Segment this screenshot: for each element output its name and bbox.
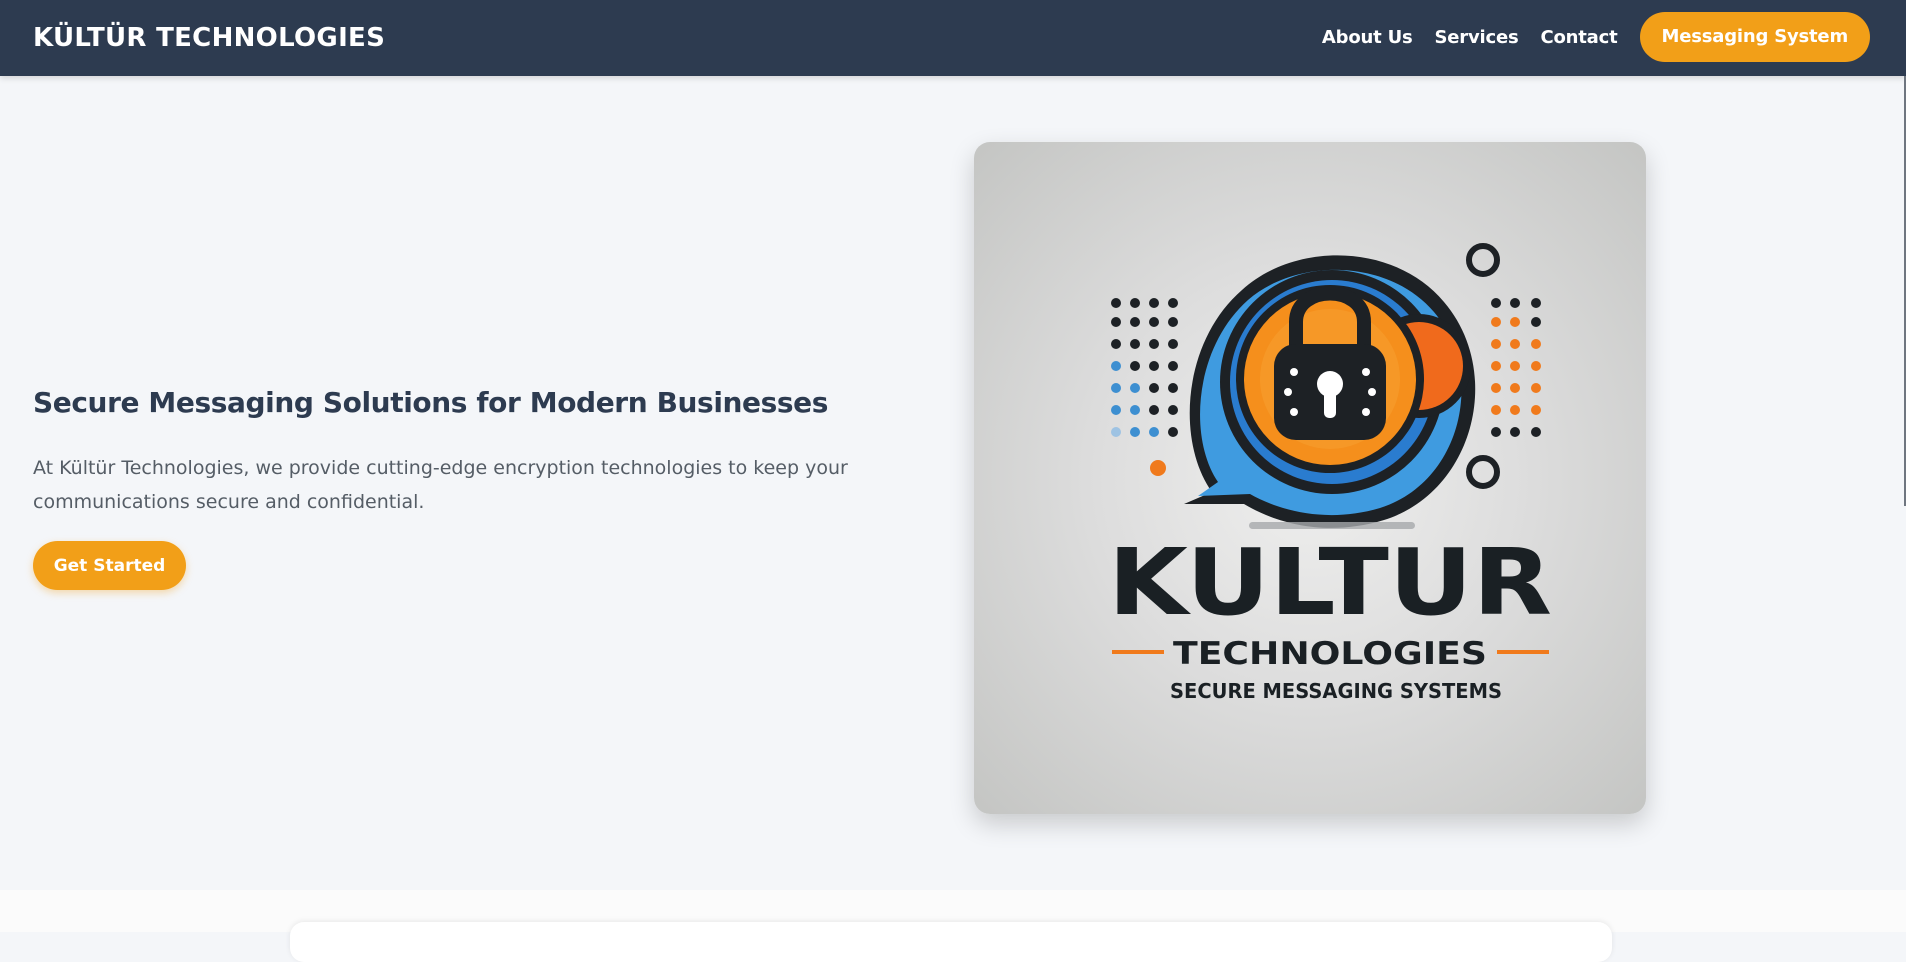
- dot-pattern-right: [1491, 298, 1541, 437]
- nav-link-about-us[interactable]: About Us: [1322, 27, 1413, 48]
- logo-shadow: [1249, 522, 1415, 529]
- logo-subtitle: TECHNOLOGIES: [1173, 636, 1487, 672]
- orange-rule-right: [1497, 650, 1549, 654]
- orange-dot: [1150, 460, 1166, 476]
- next-section-card: [290, 922, 1612, 962]
- nav-links: About Us Services Contact Messaging Syst…: [1322, 12, 1870, 62]
- top-navbar: KÜLTÜR TECHNOLOGIES About Us Services Co…: [0, 0, 1906, 76]
- company-logo-image: KULTUR TECHNOLOGIES SECURE MESSAGING SYS…: [974, 142, 1646, 814]
- secure-messaging-logo: KULTUR TECHNOLOGIES SECURE MESSAGING SYS…: [1108, 243, 1552, 703]
- get-started-button[interactable]: Get Started: [33, 541, 186, 590]
- nav-link-contact[interactable]: Contact: [1540, 27, 1617, 48]
- dot-pattern-left: [1111, 298, 1178, 437]
- hero-title: Secure Messaging Solutions for Modern Bu…: [33, 386, 829, 419]
- ring-decoration-bottom: [1466, 455, 1500, 489]
- logo-wordmark: KULTUR: [1108, 529, 1552, 636]
- nav-link-services[interactable]: Services: [1435, 27, 1519, 48]
- logo-tagline: SECURE MESSAGING SYSTEMS: [1170, 679, 1502, 703]
- messaging-system-button[interactable]: Messaging System: [1639, 12, 1870, 62]
- orange-rule-left: [1112, 650, 1164, 654]
- hero-description: At Kültür Technologies, we provide cutti…: [33, 457, 848, 513]
- brand-logo-text[interactable]: KÜLTÜR TECHNOLOGIES: [33, 0, 385, 76]
- ring-decoration-top: [1466, 243, 1500, 277]
